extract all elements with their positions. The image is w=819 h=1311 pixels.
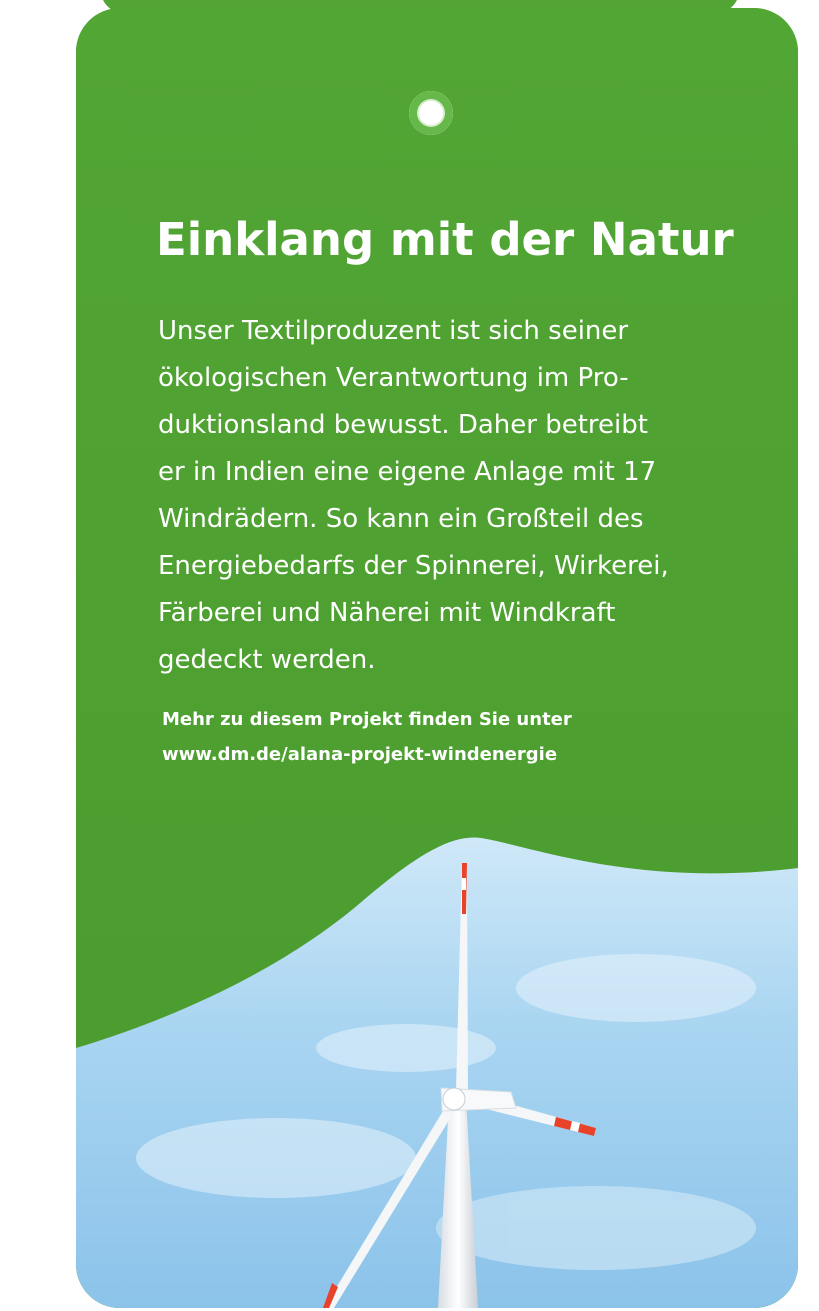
tag-body-text: Unser Textilproduzent ist sich seiner ök… [158, 308, 718, 684]
tag-title: Einklang mit der Natur [156, 213, 734, 266]
body-line: Energiebedarfs der Spinnerei, Wirkerei, [158, 551, 669, 581]
hang-tag: Einklang mit der Natur Unser Textilprodu… [76, 8, 798, 1308]
body-line: Windrädern. So kann ein Großteil des [158, 504, 644, 534]
body-line: er in Indien eine eigene Anlage mit 17 [158, 457, 657, 487]
tag-punch-hole [409, 91, 453, 135]
body-line: duktionsland bewusst. Daher betreibt [158, 410, 648, 440]
body-line: ökologischen Verantwortung im Pro- [158, 363, 629, 393]
body-line: Färberei und Näherei mit Windkraft [158, 598, 616, 628]
body-line: gedeckt werden. [158, 645, 376, 675]
tag-project-info: Mehr zu diesem Projekt finden Sie unter … [162, 702, 762, 772]
body-line: Unser Textilproduzent ist sich seiner [158, 316, 629, 346]
info-line: Mehr zu diesem Projekt finden Sie unter [162, 709, 572, 730]
project-url: www.dm.de/alana-projekt-windenergie [162, 744, 558, 765]
turbine-hub [442, 1087, 466, 1111]
